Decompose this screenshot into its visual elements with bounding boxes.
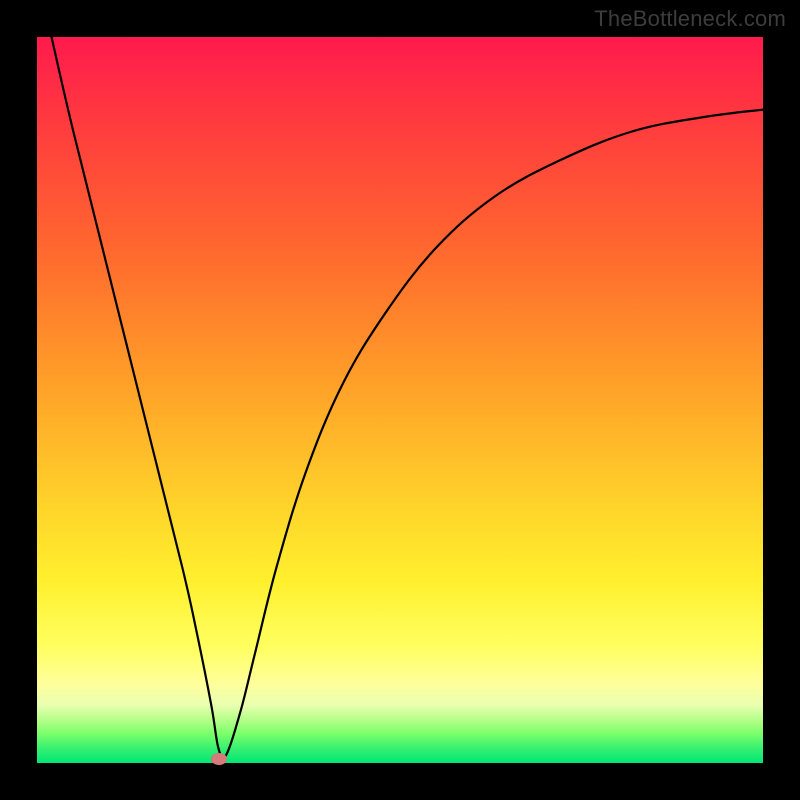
chart-frame: TheBottleneck.com bbox=[0, 0, 800, 800]
bottleneck-curve bbox=[37, 37, 763, 763]
optimal-point-marker bbox=[211, 753, 227, 765]
watermark-text: TheBottleneck.com bbox=[594, 6, 786, 32]
plot-area bbox=[37, 37, 763, 763]
